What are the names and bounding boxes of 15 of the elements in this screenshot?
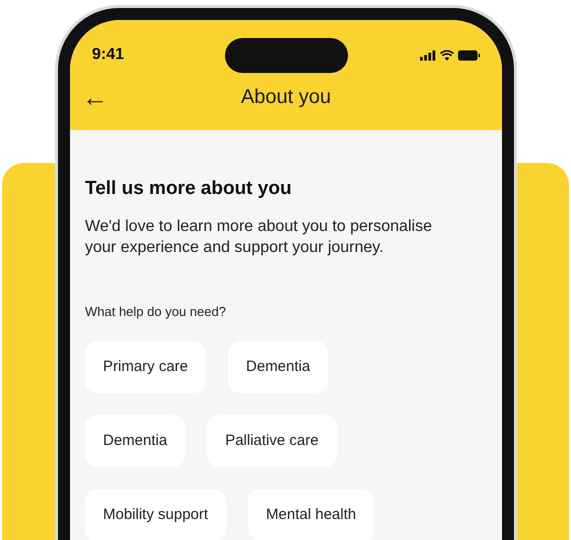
option-chip[interactable]: Palliative care	[207, 415, 337, 467]
option-chip[interactable]: Mental health	[248, 489, 374, 540]
status-time: 9:41	[92, 45, 126, 65]
question-label: What help do you need?	[85, 302, 227, 321]
wifi-icon	[440, 50, 454, 60]
screen-title: About you	[240, 85, 332, 110]
option-chip[interactable]: Dementia	[228, 341, 328, 393]
option-chip[interactable]: Mobility support	[85, 489, 226, 540]
section-heading: Tell us more about you	[85, 177, 293, 201]
option-chip[interactable]: Primary care	[85, 341, 206, 393]
description-text: We'd love to learn more about you to personalise your experience and support your journey.	[85, 216, 433, 258]
back-button[interactable]: ←	[82, 84, 108, 110]
battery-icon	[458, 50, 480, 60]
signal-icon	[420, 50, 436, 60]
option-chip[interactable]: Dementia	[85, 415, 186, 467]
